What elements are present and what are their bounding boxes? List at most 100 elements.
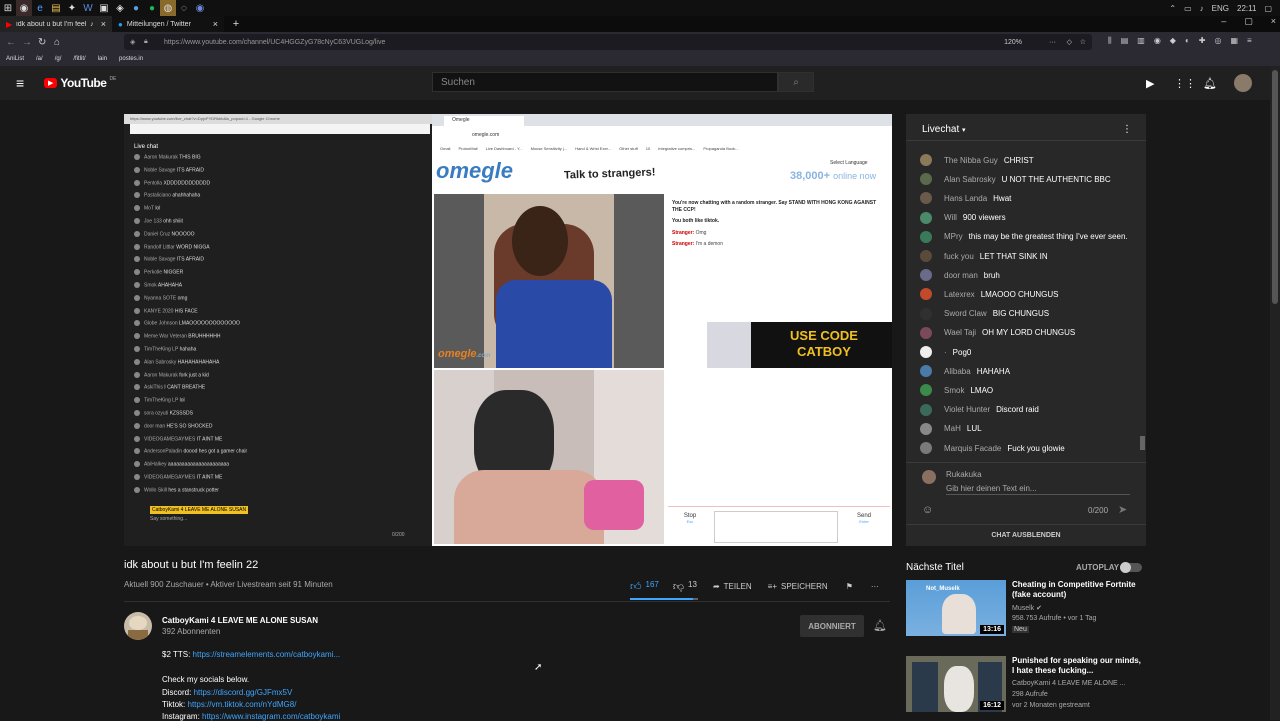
tray-chevron-icon[interactable]: ⌃: [1169, 4, 1176, 13]
menu-icon[interactable]: ≡: [1247, 36, 1252, 46]
popout-chat-input[interactable]: Say something...: [150, 516, 187, 522]
video-thumbnail[interactable]: 16:12: [906, 656, 1006, 712]
autoplay-toggle[interactable]: [1120, 562, 1142, 573]
more-horiz-icon[interactable]: ···: [871, 582, 879, 591]
dislike-button[interactable]: 👎︎ 13: [673, 580, 697, 593]
omegle-bookmark[interactable]: Other stuff: [619, 146, 638, 151]
extension-icon-3[interactable]: ✚: [1199, 36, 1206, 46]
hamburger-menu-icon[interactable]: ≡: [16, 75, 24, 91]
omegle-bookmark[interactable]: Live Dashboard - Y...: [486, 146, 523, 151]
library-icon[interactable]: ⫼: [1108, 36, 1112, 46]
video-thumbnail[interactable]: Not_Muselk 13:16: [906, 580, 1006, 636]
extension-icon-4[interactable]: ◎: [1215, 36, 1222, 46]
flag-icon[interactable]: ⚑: [846, 582, 853, 591]
omegle-bookmark[interactable]: Integrative compris...: [658, 146, 695, 151]
discord-link[interactable]: https://discord.gg/GJFmx5V: [194, 688, 293, 697]
close-window-icon[interactable]: ×: [1271, 16, 1276, 27]
shield-icon[interactable]: ◈: [130, 38, 135, 46]
omegle-bookmark[interactable]: Gmail: [440, 146, 450, 151]
recommended-video[interactable]: 16:12 Punished for speaking our minds, I…: [906, 656, 1146, 716]
zoom-level[interactable]: 120%: [1004, 39, 1022, 46]
app-taskbar-icon-2[interactable]: ◈: [112, 0, 128, 16]
explorer-taskbar-icon[interactable]: ▤: [48, 0, 64, 16]
omegle-tab[interactable]: Omegle: [444, 116, 524, 126]
channel-avatar[interactable]: [124, 612, 152, 640]
omegle-bookmark[interactable]: Mouse Sensitivity |...: [531, 146, 568, 151]
back-icon[interactable]: ←: [6, 37, 16, 48]
obs-taskbar-icon[interactable]: ◍: [160, 0, 176, 16]
spotify-taskbar-icon[interactable]: ●: [144, 0, 160, 16]
tiktok-link[interactable]: https://vm.tiktok.com/nYdMG8/: [188, 700, 297, 709]
stop-button[interactable]: Stop Esc: [670, 513, 710, 545]
message-input[interactable]: [714, 511, 838, 543]
tts-link[interactable]: https://streamelements.com/catboykami...: [193, 650, 341, 659]
extension-icon-2[interactable]: ◐: [1185, 36, 1190, 46]
extension-icon[interactable]: ◆: [1170, 36, 1176, 46]
avatar[interactable]: [1234, 74, 1252, 92]
search-button[interactable]: ⌕: [778, 72, 814, 92]
omegle-bookmark[interactable]: ProtonMail: [458, 146, 477, 151]
send-button[interactable]: Send Enter: [844, 513, 884, 545]
send-icon[interactable]: ➤: [1118, 503, 1127, 516]
bookmark[interactable]: /fitlit/: [73, 56, 85, 62]
apps-grid-icon[interactable]: ⋮⋮: [1174, 77, 1196, 90]
more-icon[interactable]: ···: [1049, 39, 1056, 46]
hide-chat-button[interactable]: CHAT AUSBLENDEN: [906, 532, 1146, 539]
notification-icon[interactable]: ▢: [1264, 4, 1272, 13]
chat-scrollbar-thumb[interactable]: [1140, 436, 1145, 450]
star-icon[interactable]: ☆: [1080, 38, 1086, 46]
bookmark[interactable]: postes.in: [119, 56, 143, 62]
steam-taskbar-icon[interactable]: ✦: [64, 0, 80, 16]
tab-youtube[interactable]: ▶ idk about u but I'm feelin 22 ♪ ×: [0, 16, 112, 32]
close-tab-icon[interactable]: ×: [101, 19, 106, 29]
app-taskbar-icon[interactable]: ▣: [96, 0, 112, 16]
youtube-logo[interactable]: ▶ YouTube DE: [44, 76, 116, 90]
account-icon[interactable]: ◉: [1154, 36, 1161, 46]
notification-bell-icon[interactable]: 🔔︎: [873, 619, 887, 632]
bookmark[interactable]: /a/: [36, 56, 43, 62]
edge-taskbar-icon[interactable]: e: [32, 0, 48, 16]
recommended-video[interactable]: Not_Muselk 13:16 Cheating in Competitive…: [906, 580, 1146, 640]
channel-name[interactable]: CatboyKami 4 LEAVE ME ALONE SUSAN: [162, 616, 318, 625]
livechat-title[interactable]: Livechat ▾: [922, 124, 966, 135]
reload-icon[interactable]: ↻: [38, 37, 46, 48]
chrome-taskbar-icon[interactable]: ●: [128, 0, 144, 16]
bookmark[interactable]: /g/: [55, 56, 62, 62]
omegle-bookmark[interactable]: 10: [646, 146, 650, 151]
chat-input[interactable]: Gib hier deinen Text ein...: [946, 484, 1037, 493]
network-icon[interactable]: ▭: [1184, 4, 1192, 13]
language-indicator[interactable]: ENG: [1212, 4, 1229, 13]
share-button[interactable]: ➦ TEILEN: [713, 582, 752, 591]
like-button[interactable]: 👍︎ 167: [630, 580, 659, 593]
discord-taskbar-icon[interactable]: ◉: [192, 0, 208, 16]
more-vert-icon[interactable]: ⋮: [1122, 124, 1132, 135]
pocket-icon[interactable]: ◇: [1067, 38, 1072, 46]
word-taskbar-icon[interactable]: W: [80, 0, 96, 16]
minimize-icon[interactable]: –: [1221, 16, 1226, 27]
tab-twitter[interactable]: ● Mitteilungen / Twitter ×: [112, 16, 224, 32]
speaker-icon[interactable]: ♪: [90, 21, 94, 28]
firefox-taskbar-icon[interactable]: ◉: [16, 0, 32, 16]
sidebar-icon[interactable]: ▤: [1121, 36, 1129, 46]
maximize-icon[interactable]: ▢: [1244, 16, 1253, 27]
bookmark[interactable]: lain: [98, 56, 107, 62]
new-tab-icon[interactable]: +: [228, 16, 244, 32]
emoji-icon[interactable]: ☺: [922, 504, 933, 516]
windows-start-icon[interactable]: ⊞: [0, 0, 16, 16]
page-scrollbar[interactable]: [1270, 66, 1280, 720]
clock[interactable]: 22:11: [1237, 4, 1256, 13]
video-player[interactable]: https://www.youtube.com/live_chat?v=Dpjx…: [124, 114, 892, 546]
omegle-url[interactable]: omegle.com: [472, 132, 499, 138]
omegle-bookmark[interactable]: Propaganda Book...: [703, 146, 738, 151]
reader-icon[interactable]: ▥: [1137, 36, 1145, 46]
app-taskbar-icon-3[interactable]: ◌: [176, 0, 192, 16]
scrollbar-thumb[interactable]: [1272, 70, 1278, 304]
forward-icon[interactable]: →: [22, 37, 32, 48]
close-tab-icon[interactable]: ×: [213, 19, 218, 29]
save-button[interactable]: ≡+ SPEICHERN: [768, 582, 828, 591]
address-bar[interactable]: ◈ 🔒︎ https://www.youtube.com/channel/UC4…: [124, 34, 1092, 50]
select-language[interactable]: Select Language: [830, 160, 868, 166]
search-input[interactable]: Suchen: [432, 72, 778, 92]
extension-icon-5[interactable]: ▦: [1230, 36, 1238, 46]
omegle-bookmark[interactable]: Hand & Wrist Exer...: [575, 146, 611, 151]
